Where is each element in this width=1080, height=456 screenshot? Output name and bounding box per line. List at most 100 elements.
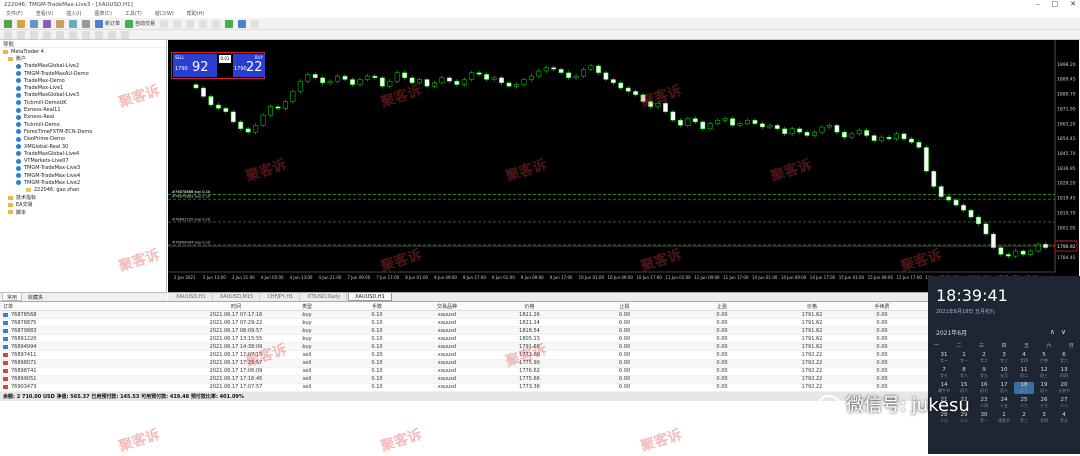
horizontal-line-icon[interactable] (43, 30, 51, 39)
periods-icon[interactable] (238, 19, 247, 28)
menu-item[interactable]: 窗口(W) (155, 10, 174, 17)
account-item[interactable]: DooPrime-Demo (0, 136, 166, 143)
calendar-day[interactable]: 5 芒种 (1034, 352, 1054, 364)
menu-item[interactable]: 工具(T) (125, 10, 142, 17)
calendar-day[interactable]: 26 十七 (1034, 397, 1054, 409)
calendar-day[interactable]: 20 父亲节 (1054, 382, 1074, 394)
calendar-day[interactable]: 31 廿一 (934, 352, 954, 364)
candle-chart-icon[interactable] (173, 19, 182, 28)
table-row[interactable]: 76897411 2021.06.17 17:07:15 sell 0.20 xauus… (0, 351, 928, 360)
text-icon[interactable] (95, 30, 103, 39)
calendar-day[interactable]: 23 十四 (974, 397, 994, 409)
calendar-day[interactable]: 27 十八 (1054, 397, 1074, 409)
navigator-folder[interactable]: EA交易 (0, 201, 166, 208)
calendar-day[interactable]: 9 廿九 (974, 367, 994, 379)
column-header[interactable]: 手数 (342, 303, 412, 310)
calendar-day[interactable]: 10 五月 (994, 367, 1014, 379)
calendar-day[interactable]: 1 建党节 (994, 412, 1014, 424)
maximize-icon[interactable]: □ (1052, 0, 1059, 8)
chart-tab[interactable]: XAUUSD,H1 (348, 293, 392, 301)
account-item[interactable]: Exness-Real (0, 114, 166, 121)
account-item[interactable]: TMGM-TradeMax-Live4 (0, 172, 166, 179)
month-nav-icon[interactable]: ∧∨ (1050, 328, 1072, 336)
calendar-day[interactable]: 18 初九 (1014, 382, 1034, 394)
navigator-tab[interactable]: 收藏夹 (24, 293, 47, 301)
table-row[interactable]: 76891220 2021.06.17 13:15:55 buy 0.10 xauusd… (0, 335, 928, 344)
line-chart-icon[interactable] (186, 19, 195, 28)
market-watch-icon[interactable] (30, 19, 38, 28)
menu-item[interactable]: 查看(V) (36, 10, 53, 17)
calendar-day[interactable]: 25 十六 (1014, 397, 1034, 409)
column-header[interactable]: 手续费 (852, 303, 912, 310)
calendar-day[interactable]: 11 初二 (1014, 367, 1034, 379)
column-header[interactable]: 价格 (772, 303, 852, 310)
table-row[interactable]: 76898741 2021.06.17 17:06:09 sell 0.10 xauus… (0, 368, 928, 376)
account-item[interactable]: TMGM-TradeMax-Live3 (0, 165, 166, 172)
navigator-tab[interactable]: 常用 (2, 293, 23, 301)
calendar-day[interactable]: 12 初三 (1034, 367, 1054, 379)
calendar-day[interactable]: 16 初七 (974, 382, 994, 394)
navigator-accounts[interactable]: 账户 (0, 55, 166, 62)
account-item[interactable]: Exness-Real11 (0, 106, 166, 113)
minimize-icon[interactable]: – (1036, 0, 1040, 8)
lot-size-field[interactable]: 0.01 (219, 55, 231, 63)
column-header[interactable]: 交易品种 (412, 303, 482, 310)
column-header[interactable]: 止盈 (672, 303, 772, 310)
calendar-day[interactable]: 2 廿二 (974, 352, 994, 364)
clock-date[interactable]: 2021年6月18日 五月初九 (936, 308, 995, 315)
account-item[interactable]: ForexTimeFXTM-ECN-Demo (0, 128, 166, 135)
navigator-folder[interactable]: 技术指标 (0, 194, 166, 201)
table-row[interactable]: 76878568 2021.06.17 07:17:16 buy 0.10 xauusd… (0, 311, 928, 320)
calendar-day[interactable]: 7 廿七 (934, 367, 954, 379)
profiles-icon[interactable] (17, 19, 25, 28)
new-chart-icon[interactable] (4, 19, 12, 28)
column-header[interactable]: 时间 (200, 303, 272, 310)
zoom-out-icon[interactable] (212, 19, 221, 28)
calendar-day[interactable]: 30 廿一 (974, 412, 994, 424)
chart-tab[interactable]: XTIUSD,Daily (301, 293, 348, 301)
calendar-day[interactable]: 1 廿一 (954, 352, 974, 364)
channel-icon[interactable] (69, 30, 77, 39)
menu-item[interactable]: 帮助(H) (187, 10, 205, 17)
navigator-root[interactable]: MetaTrader 4 (0, 48, 166, 55)
chart-tab[interactable]: XAUUSD,H1 (170, 293, 213, 301)
account-item[interactable]: TradeMaxGlobal-Live3 (0, 92, 166, 99)
table-row[interactable]: 76879883 2021.06.17 08:09:57 buy 0.10 xauusd… (0, 327, 928, 336)
chart-tab[interactable]: XAUUSD,M15 (214, 293, 261, 301)
table-row[interactable]: 76898071 2021.06.17 17:25:57 sell 0.10 xauus… (0, 359, 928, 368)
table-row[interactable]: 76894994 2021.06.17 14:38:09 buy 0.10 xauusd… (0, 343, 928, 352)
calendar-day[interactable]: 6 廿六 (1054, 352, 1074, 364)
terminal-icon[interactable] (69, 19, 77, 28)
account-item[interactable]: VTMarkets-Live07 (0, 157, 166, 164)
buy-button[interactable]: BUY 1790 22 (233, 54, 265, 77)
column-header[interactable]: 止损 (577, 303, 672, 310)
cursor-icon[interactable] (4, 30, 12, 39)
account-item[interactable]: TMGM-TradeMax-Live2 (0, 179, 166, 186)
price-chart[interactable]: 1898.20 1889.45 1880.70 1871.95 1863.20 1854.… (168, 40, 1079, 292)
calendar-day[interactable]: 13 初四 (1054, 367, 1074, 379)
calendar-day[interactable]: 17 初八 (994, 382, 1014, 394)
indicators-icon[interactable] (225, 19, 234, 28)
table-row[interactable]: 76899051 2021.06.17 17:16:45 sell 0.10 xauus… (0, 375, 928, 384)
tester-icon[interactable] (82, 19, 90, 28)
navigator-icon[interactable] (56, 19, 64, 28)
account-item[interactable]: TMGM-TradeMaxAU-Demo (0, 70, 166, 77)
calendar-day[interactable]: 19 初十 (1034, 382, 1054, 394)
calendar-day[interactable]: 3 廿三 (994, 352, 1014, 364)
sell-button[interactable]: SELL 1790 92 (173, 54, 217, 77)
column-header[interactable]: 订单 (0, 303, 200, 310)
crosshair-icon[interactable] (17, 30, 25, 39)
new-order-button[interactable]: 新订单 (95, 19, 120, 28)
account-item[interactable]: TradeMaxGlobal-Live4 (0, 150, 166, 157)
auto-trade-button[interactable]: 自动交易 (125, 19, 155, 28)
table-row[interactable]: 76903473 2021.06.17 17:07:57 sell 0.10 xauus… (0, 384, 928, 392)
account-item[interactable]: Tickmill-Demo (0, 121, 166, 128)
calendar-day[interactable]: 3 廿四 (1034, 412, 1054, 424)
calendar-day[interactable]: 4 廿五 (1054, 412, 1074, 424)
arrow-icon[interactable] (121, 30, 129, 39)
zoom-in-icon[interactable] (199, 19, 208, 28)
menu-item[interactable]: 文件(F) (6, 10, 23, 17)
calendar-month[interactable]: 2021年6月 (936, 328, 967, 337)
account-item[interactable]: TradeMax-Live1 (0, 84, 166, 91)
account-item[interactable]: Tickmill-DemoUK (0, 99, 166, 106)
